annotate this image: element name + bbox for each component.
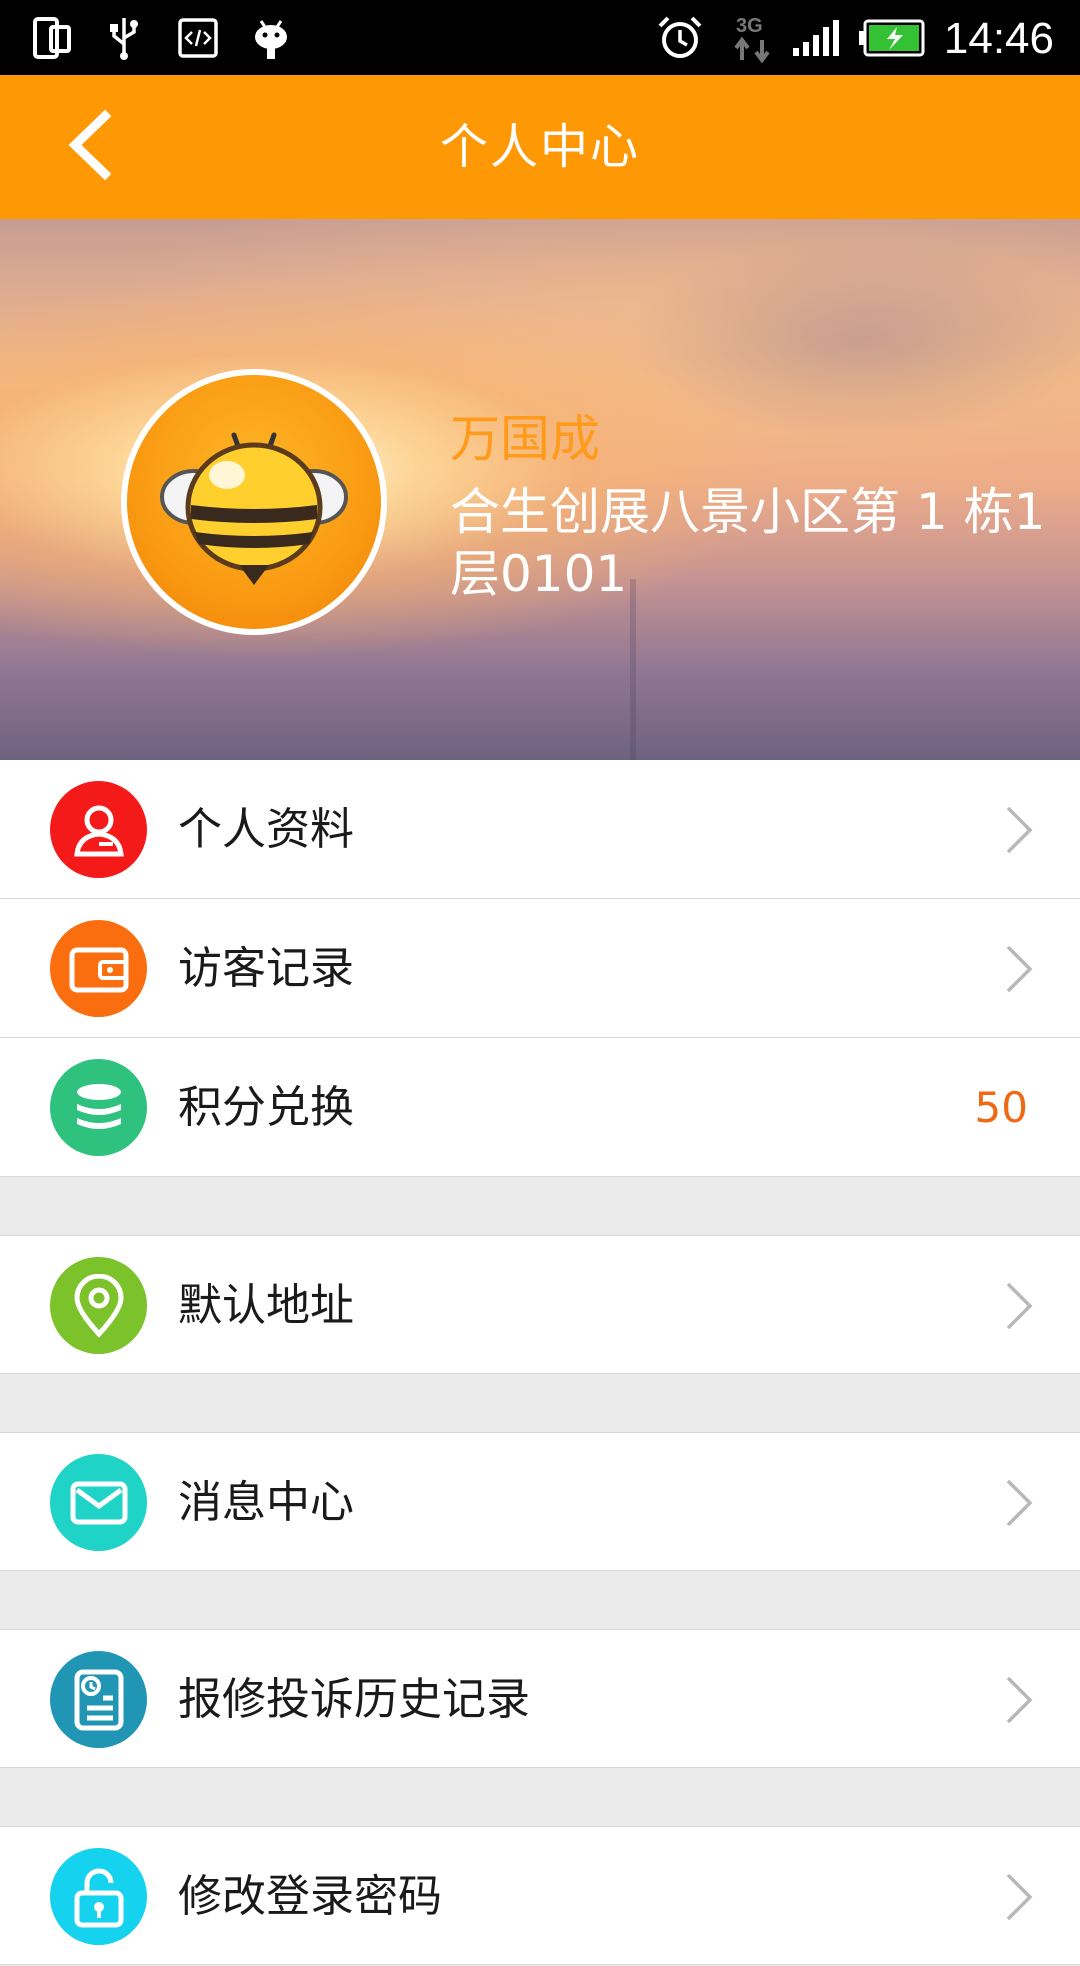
chevron-right-icon <box>1004 1674 1034 1726</box>
points-value: 50 <box>974 1083 1028 1132</box>
menu-item-visitor-records[interactable]: 访客记录 <box>0 899 1080 1038</box>
unlock-icon <box>50 1848 147 1945</box>
usb-icon <box>104 0 144 75</box>
android-icon <box>248 0 294 75</box>
page-title: 个人中心 <box>439 119 640 175</box>
user-profile-icon <box>50 781 147 878</box>
chevron-right-icon <box>1004 1477 1034 1529</box>
battery-charging-icon <box>856 0 926 75</box>
status-bar: 3G 14:46 <box>0 0 1080 75</box>
menu-item-label: 报修投诉历史记录 <box>178 1674 530 1725</box>
profile-banner: 万国成 合生创展八景小区第 1 栋1层0101 <box>0 219 1080 760</box>
chevron-right-icon <box>1004 1871 1034 1923</box>
chevron-right-icon <box>1004 804 1034 856</box>
group-divider <box>0 1177 1080 1235</box>
menu-item-change-password[interactable]: 修改登录密码 <box>0 1826 1080 1965</box>
svg-text:3G: 3G <box>736 15 763 37</box>
document-clock-icon <box>50 1651 147 1748</box>
code-icon <box>176 0 220 75</box>
status-time: 14:46 <box>943 14 1054 63</box>
menu-item-label: 消息中心 <box>178 1477 354 1528</box>
chevron-right-icon <box>1004 943 1034 995</box>
user-name: 万国成 <box>450 410 600 468</box>
menu-item-message-center[interactable]: 消息中心 <box>0 1432 1080 1571</box>
location-pin-icon <box>50 1257 147 1354</box>
menu-item-label: 修改登录密码 <box>178 1871 442 1922</box>
coins-stack-icon <box>50 1059 147 1156</box>
menu-item-label: 访客记录 <box>178 943 354 994</box>
menu-item-label: 默认地址 <box>178 1280 354 1331</box>
user-address: 合生创展八景小区第 1 栋1层0101 <box>450 483 1046 603</box>
wallet-icon <box>50 920 147 1017</box>
avatar[interactable] <box>121 369 387 635</box>
dual-screen-icon <box>30 0 76 75</box>
3g-data-icon: 3G <box>730 0 776 75</box>
bee-avatar-icon <box>127 375 381 629</box>
menu-item-default-address[interactable]: 默认地址 <box>0 1235 1080 1374</box>
menu-item-label: 积分兑换 <box>178 1082 354 1133</box>
signal-icon <box>790 0 842 75</box>
chevron-right-icon <box>1004 1280 1034 1332</box>
group-divider <box>0 1374 1080 1432</box>
menu-item-points-exchange[interactable]: 积分兑换 50 <box>0 1038 1080 1177</box>
menu-item-label: 个人资料 <box>178 804 354 855</box>
menu-item-repair-complaint-history[interactable]: 报修投诉历史记录 <box>0 1629 1080 1768</box>
envelope-icon <box>50 1454 147 1551</box>
group-divider <box>0 1768 1080 1826</box>
menu-list: 个人资料 访客记录 积分兑换 50 默认地址 消息中心 报修投诉历史记录 修改登… <box>0 760 1080 1965</box>
banner-tower-decoration <box>630 579 636 760</box>
alarm-icon <box>654 0 706 75</box>
banner-cloud-decoration <box>620 239 1080 439</box>
menu-item-personal-info[interactable]: 个人资料 <box>0 760 1080 899</box>
group-divider <box>0 1571 1080 1629</box>
title-bar: 个人中心 <box>0 75 1080 219</box>
